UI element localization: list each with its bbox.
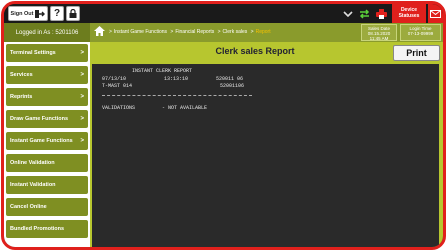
sidebar-item-online-validation[interactable]: Online Validation: [6, 154, 88, 172]
help-icon: ?: [53, 8, 61, 19]
sidebar-item-label: Bundled Promotions: [10, 226, 65, 232]
sign-out-button[interactable]: Sign Out: [8, 6, 48, 21]
sub-bar: Logged in As : 5201106 > Instant Game Fun…: [4, 23, 443, 42]
login-time-value: 07-13-09999: [407, 31, 434, 36]
main-panel: Clerk sales Report Print INSTANT CLERK R…: [90, 42, 443, 247]
chevron-right-icon: >: [80, 50, 84, 56]
login-time-box: Login Time 07-13-09999: [400, 24, 441, 41]
sidebar-item-bundled-promotions[interactable]: Bundled Promotions: [6, 220, 88, 238]
sidebar-item-label: Services: [10, 72, 33, 78]
sidebar-item-label: Cancel Online: [10, 204, 47, 210]
logout-arrow-icon: [35, 9, 46, 18]
device-status-line-2: Statuses: [398, 13, 420, 19]
print-button[interactable]: Print: [393, 45, 440, 61]
home-icon[interactable]: [94, 26, 105, 36]
chevron-right-icon: >: [80, 138, 84, 144]
chevron-right-icon: >: [80, 72, 84, 78]
receipt-header: INSTANT CLERK REPORT: [132, 68, 193, 74]
sidebar-item-instant-game-functions[interactable]: Instant Game Functions >: [6, 132, 88, 150]
chevron-down-icon: [343, 10, 353, 17]
receipt-validations-value: - NOT AVAILABLE: [162, 105, 208, 111]
breadcrumb: > Instant Game Functions > Financial Repor…: [109, 29, 271, 35]
sidebar-item-cancel-online[interactable]: Cancel Online: [6, 198, 88, 216]
transfer-arrows-icon: [359, 8, 369, 19]
breadcrumb-item[interactable]: Clerk sales: [223, 29, 248, 35]
lock-button[interactable]: [66, 6, 80, 21]
sidebar: Terminal Settings > Services > Reprints > D…: [4, 42, 90, 247]
receipt-date: 07/13/10: [102, 76, 127, 82]
menu-dropdown[interactable]: [342, 4, 354, 23]
sidebar-item-terminal-settings[interactable]: Terminal Settings >: [6, 44, 88, 62]
receipt-terminal: T-MAST 014: [102, 83, 133, 89]
lock-icon: [69, 9, 77, 18]
sales-time-value: 11:45 AM: [369, 36, 389, 41]
sidebar-item-label: Reprints: [10, 94, 33, 100]
receipt-validations-label: VALIDATIONS: [102, 105, 136, 111]
report-receipt: INSTANT CLERK REPORT 07/13/10 13:13:10 5…: [92, 64, 439, 247]
sidebar-item-draw-game-functions[interactable]: Draw Game Functions >: [6, 110, 88, 128]
top-bar: Sign Out ? Device Statuses: [4, 4, 443, 23]
sidebar-item-label: Instant Game Functions: [10, 138, 73, 144]
breadcrumb-current: Report: [255, 29, 271, 35]
logged-in-label: Logged in As : 5201106: [4, 23, 90, 42]
printer-icon: [375, 8, 387, 19]
chevron-right-icon: >: [80, 94, 84, 100]
sidebar-item-label: Online Validation: [10, 160, 55, 166]
sidebar-item-label: Instant Validation: [10, 182, 56, 188]
device-statuses-button[interactable]: Device Statuses: [392, 4, 426, 23]
report-header: Clerk sales Report Print: [90, 42, 443, 62]
page-title: Clerk sales Report: [215, 46, 295, 56]
help-button[interactable]: ?: [50, 6, 64, 21]
breadcrumb-item[interactable]: Instant Game Functions: [114, 29, 167, 35]
sidebar-item-label: Terminal Settings: [10, 50, 56, 56]
sidebar-item-label: Draw Game Functions: [10, 116, 69, 122]
sidebar-item-services[interactable]: Services >: [6, 66, 88, 84]
receipt-code-2: 52001106: [220, 83, 245, 89]
breadcrumb-item[interactable]: Financial Reports: [175, 29, 214, 35]
receipt-time: 13:13:10: [164, 76, 189, 82]
mail-button[interactable]: [428, 4, 443, 23]
network-status[interactable]: [357, 4, 371, 23]
mail-icon: [430, 9, 441, 18]
sign-out-label: Sign Out: [10, 10, 34, 17]
receipt-code-1: 520011 06: [216, 76, 244, 82]
sidebar-item-instant-validation[interactable]: Instant Validation: [6, 176, 88, 194]
receipt-divider: [102, 95, 252, 96]
sidebar-item-reprints[interactable]: Reprints >: [6, 88, 88, 106]
app-window: Sign Out ? Device Statuses Logged in As …: [1, 1, 446, 250]
chevron-right-icon: >: [80, 116, 84, 122]
printer-status[interactable]: [374, 4, 388, 23]
sales-date-box: Sales Date 08.15.2020 11:45 AM: [361, 24, 397, 41]
